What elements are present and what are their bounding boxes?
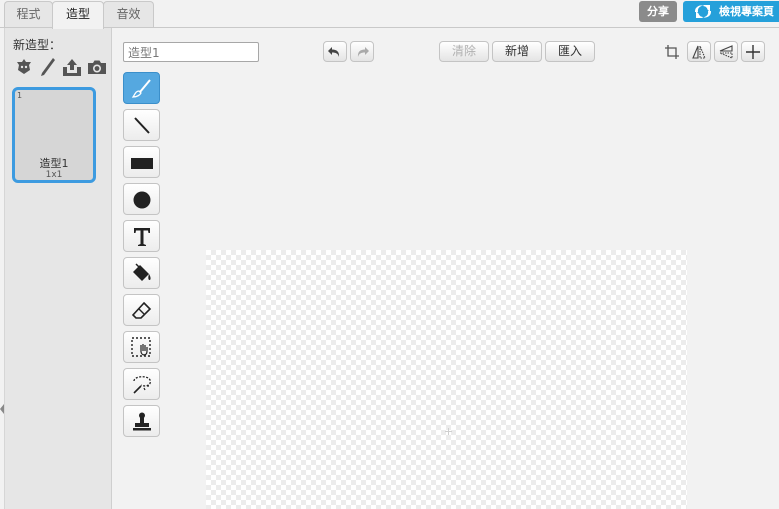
magic-select-tool-icon [133, 376, 151, 394]
tab-scripts[interactable]: 程式 [4, 1, 53, 28]
crop-icon [665, 45, 679, 59]
canvas-center-marker-icon [445, 428, 452, 435]
paint-new-icon[interactable] [37, 56, 59, 78]
import-button[interactable]: 匯入 [545, 41, 595, 62]
new-costume-label: 新造型： [13, 38, 62, 52]
add-button[interactable]: 新增 [492, 41, 542, 62]
flip-horizontal-icon [692, 45, 706, 59]
flip-vertical-icon [719, 45, 733, 59]
redo-button[interactable] [350, 41, 374, 62]
costume-list-panel: 新造型： 1 造型1 1x1 [4, 28, 112, 509]
costume-name-input[interactable] [123, 42, 259, 62]
crop-button[interactable] [660, 41, 684, 62]
select-tool-button[interactable] [123, 331, 160, 363]
set-center-icon [746, 45, 760, 59]
eraser-tool-button[interactable] [123, 294, 160, 326]
costume-size: 1x1 [45, 170, 63, 180]
tab-costumes[interactable]: 造型 [52, 1, 104, 29]
costume-thumbnail[interactable]: 1 造型1 1x1 [12, 87, 96, 183]
brush-tool-icon [131, 79, 151, 98]
clear-button[interactable]: 清除 [439, 41, 489, 62]
text-tool-icon [134, 228, 150, 246]
view-project-page-label: 檢視專案頁 [719, 5, 774, 18]
eraser-tool-icon [131, 301, 152, 319]
view-project-page-button[interactable]: 檢視專案頁 [683, 1, 779, 22]
ellipse-tool-icon [133, 191, 151, 209]
flip-horizontal-button[interactable] [687, 41, 711, 62]
new-costume-options [13, 56, 109, 80]
undo-button[interactable] [323, 41, 347, 62]
magic-select-tool-button[interactable] [123, 368, 160, 400]
text-tool-button[interactable] [123, 220, 160, 252]
brush-tool-button[interactable] [123, 72, 160, 104]
redo-icon [357, 47, 369, 57]
camera-icon[interactable] [86, 56, 108, 78]
costume-editor-screen: 程式 造型 音效 分享 檢視專案頁 新造型： 1 造型1 1x1 造型1 清除 … [0, 0, 779, 509]
collapse-arrow-icon[interactable] [0, 404, 4, 414]
rectangle-tool-icon [131, 158, 153, 169]
fill-tool-icon [133, 263, 151, 281]
share-button[interactable]: 分享 [639, 1, 677, 22]
paint-editor: 清除 新增 匯入 [113, 28, 779, 509]
ellipse-tool-button[interactable] [123, 183, 160, 215]
select-tool-icon [131, 337, 151, 357]
upload-file-icon[interactable] [61, 56, 83, 78]
set-center-button[interactable] [741, 41, 765, 62]
costume-index: 1 [17, 91, 23, 100]
switch-arrows-icon [694, 5, 712, 18]
stamp-tool-button[interactable] [123, 405, 160, 437]
stamp-tool-icon [133, 412, 151, 431]
tab-divider [0, 27, 779, 28]
choose-from-library-icon[interactable] [13, 56, 35, 78]
undo-icon [328, 47, 340, 57]
fill-tool-button[interactable] [123, 257, 160, 289]
line-tool-button[interactable] [123, 109, 160, 141]
tab-bar: 程式 造型 音效 分享 檢視專案頁 [0, 0, 779, 29]
flip-vertical-button[interactable] [714, 41, 738, 62]
line-tool-icon [134, 117, 150, 134]
tab-sounds[interactable]: 音效 [103, 1, 154, 28]
rectangle-tool-button[interactable] [123, 146, 160, 178]
drawing-canvas[interactable] [206, 250, 687, 509]
costume-name: 造型1 [39, 157, 69, 170]
